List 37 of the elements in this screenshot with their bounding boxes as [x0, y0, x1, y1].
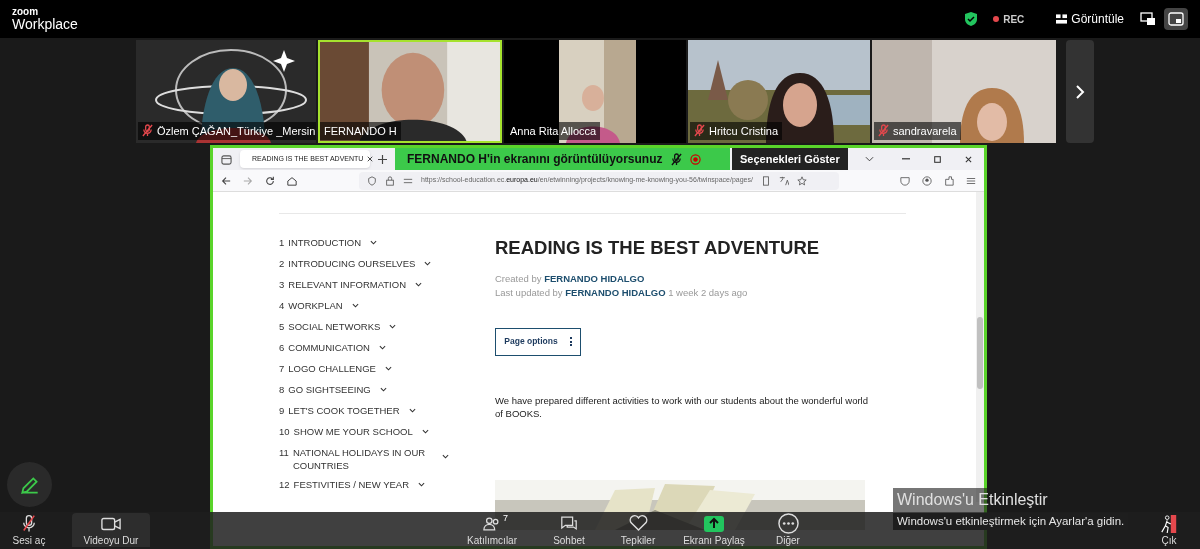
- participant-name: FERNANDO H: [324, 123, 397, 139]
- chat-button[interactable]: Sohbet: [540, 513, 598, 547]
- participant-name: Özlem ÇAĞAN_Türkiye _Mersin: [157, 123, 316, 139]
- leave-button[interactable]: Çık: [1140, 513, 1198, 547]
- logo-text: zoom: [12, 7, 40, 17]
- nav-link[interactable]: 3 RELEVANT INFORMATION: [279, 278, 430, 299]
- share-button[interactable]: Ekranı Paylaş: [680, 513, 748, 547]
- nav-link[interactable]: 10 SHOW ME YOUR SCHOOL: [279, 425, 437, 446]
- nav-link[interactable]: 2 INTRODUCING OURSELVES: [279, 257, 440, 278]
- logo-text: Workplace: [12, 17, 78, 31]
- sharing-banner-text: FERNANDO H'in ekranını görüntülüyorsunuz: [407, 151, 663, 168]
- nav-link[interactable]: 8 GO SIGHTSEEING: [279, 383, 395, 404]
- updated-line: Last updated by FERNANDO HIDALGO 1 week 2 days ago: [495, 285, 749, 300]
- mic-button[interactable]: Sesi aç: [0, 513, 58, 547]
- body-text: We have prepared different activities to work with our students about the wonderful world of BOOKS.: [495, 393, 869, 420]
- nav-link[interactable]: 7 LOGO CHALLENGE: [279, 362, 400, 383]
- participant-name: sandravarela: [893, 123, 957, 139]
- nav-link[interactable]: 1 INTRODUCTION: [279, 236, 386, 257]
- page-options-button[interactable]: Page options: [495, 327, 581, 356]
- participants-button[interactable]: 7 Katılımcılar: [460, 513, 524, 547]
- show-options-button[interactable]: Seçenekleri Göster: [732, 148, 848, 170]
- reactions-button[interactable]: Tepkiler: [610, 513, 666, 547]
- nav-link[interactable]: 9 LET'S COOK TOGETHER: [279, 404, 424, 425]
- video-button[interactable]: Videoyu Dur: [72, 513, 150, 547]
- more-button[interactable]: Diğer: [758, 513, 818, 547]
- participant-name: Hritcu Cristina: [709, 123, 779, 139]
- nav-link[interactable]: 6 COMMUNICATION: [279, 341, 394, 362]
- page-title: READING IS THE BEST ADVENTURE: [495, 236, 821, 260]
- nav-link[interactable]: 5 SOCIAL NETWORKS: [279, 320, 405, 341]
- nav-link[interactable]: 12 FESTIVITIES / NEW YEAR: [279, 478, 433, 499]
- participant-name: Anna Rita Allocca: [510, 123, 597, 139]
- rec-label: REC: [1003, 12, 1025, 27]
- nav-link[interactable]: 4 WORKPLAN: [279, 299, 367, 320]
- nav-link[interactable]: 11 NATIONAL HOLIDAYS IN OUR COUNTRIES: [279, 446, 457, 478]
- author-line: Created by FERNANDO HIDALGO: [495, 271, 646, 286]
- view-button[interactable]: Görüntüle: [1056, 10, 1124, 28]
- participant-count: 7: [503, 512, 508, 525]
